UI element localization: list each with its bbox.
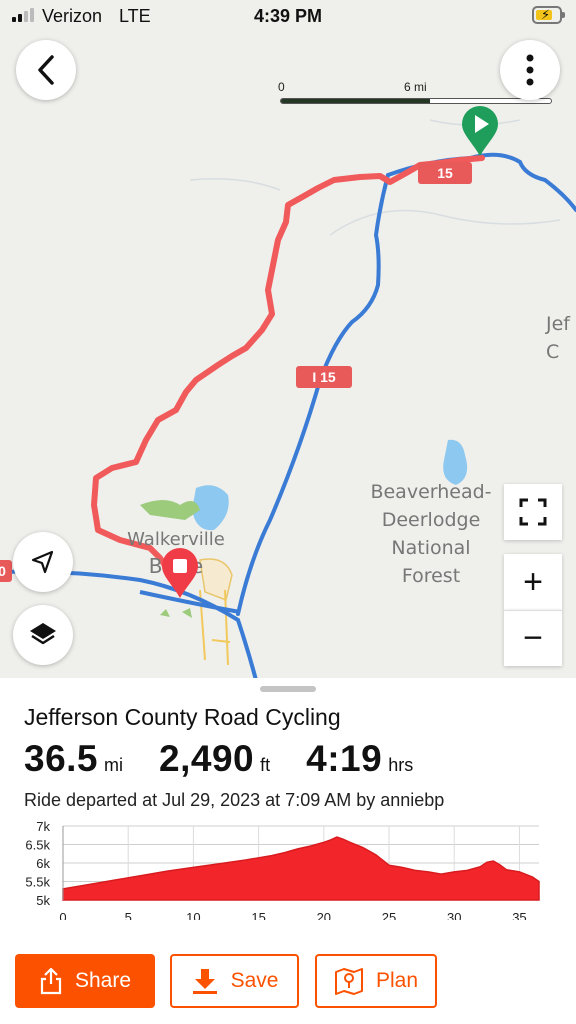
x-tick-label: 15 (251, 910, 265, 920)
time-unit: hrs (388, 755, 414, 775)
map-label-national-forest: Beaverhead- Deerlodge National Forest (370, 481, 492, 587)
scale-start-label: 0 (278, 80, 285, 94)
plan-label: Plan (375, 969, 419, 992)
battery-icon: ⚡ (532, 6, 565, 24)
y-tick-label: 5k (36, 893, 50, 908)
road-shield-left: 0 (0, 560, 12, 582)
share-label: Share (74, 969, 132, 992)
i15-shield: I 15 (296, 366, 352, 388)
route-map[interactable]: Jef C Beaverhead- Deerlodge National For… (0, 0, 576, 680)
distance-unit: mi (104, 755, 124, 775)
fullscreen-button[interactable] (504, 484, 562, 540)
zoom-out-button[interactable]: − (504, 610, 562, 666)
map-label-jefferson: Jef C (546, 313, 570, 363)
y-tick-label: 5.5k (25, 875, 50, 890)
plan-button[interactable]: Plan (315, 954, 437, 1008)
save-label: Save (230, 969, 279, 992)
x-tick-label: 10 (186, 910, 200, 920)
ride-info: Ride departed at Jul 29, 2023 at 7:09 AM… (24, 790, 445, 810)
x-tick-label: 35 (512, 910, 526, 920)
stat-elevation: 2,490 ft (159, 738, 270, 780)
route-end-marker[interactable] (160, 546, 200, 600)
share-button[interactable]: Share (15, 954, 155, 1008)
distance-value: 36.5 (24, 738, 99, 779)
x-tick-label: 20 (317, 910, 331, 920)
x-tick-label: 30 (447, 910, 461, 920)
map-pin-icon (334, 968, 363, 995)
x-tick-label: 0 (59, 910, 66, 920)
y-tick-label: 7k (36, 819, 50, 834)
navigation-arrow-icon (31, 550, 54, 574)
sheet-drag-handle[interactable] (260, 686, 316, 692)
stat-distance: 36.5 mi (24, 738, 123, 780)
stat-time: 4:19 hrs (306, 738, 413, 780)
locate-button[interactable] (13, 532, 73, 592)
clock: 4:39 PM (253, 6, 323, 26)
x-tick-label: 25 (382, 910, 396, 920)
elevation-value: 2,490 (159, 738, 255, 779)
save-button[interactable]: Save (170, 954, 299, 1008)
back-button[interactable] (16, 40, 76, 100)
more-options-button[interactable] (500, 40, 560, 100)
scale-mid-label: 6 mi (404, 80, 427, 94)
status-bar: Verizon LTE 4:39 PM ⚡ (0, 0, 576, 32)
x-tick-label: 5 (125, 910, 132, 920)
time-value: 4:19 (306, 738, 383, 779)
elevation-unit: ft (260, 755, 271, 775)
route-start-marker[interactable] (460, 104, 500, 158)
y-tick-label: 6k (36, 856, 50, 871)
more-vertical-icon (526, 54, 534, 86)
fullscreen-icon (519, 498, 547, 526)
layers-icon (30, 623, 56, 645)
chevron-left-icon (38, 55, 54, 85)
y-tick-label: 6.5k (25, 838, 50, 853)
zoom-in-button[interactable]: + (504, 554, 562, 610)
route-details-sheet: Jefferson County Road Cycling 36.5 mi 2,… (0, 678, 576, 1024)
share-icon (40, 967, 62, 995)
layers-button[interactable] (13, 605, 73, 665)
elevation-area (62, 836, 540, 901)
route-stats: 36.5 mi 2,490 ft 4:19 hrs (24, 738, 449, 780)
route-title: Jefferson County Road Cycling (24, 704, 341, 730)
download-icon (192, 969, 217, 994)
elevation-profile-chart[interactable]: 5k 5.5k 6k 6.5k 7k 0 5 10 15 20 25 30 35 (0, 816, 576, 920)
i15-shield-top: 15 (418, 162, 472, 184)
